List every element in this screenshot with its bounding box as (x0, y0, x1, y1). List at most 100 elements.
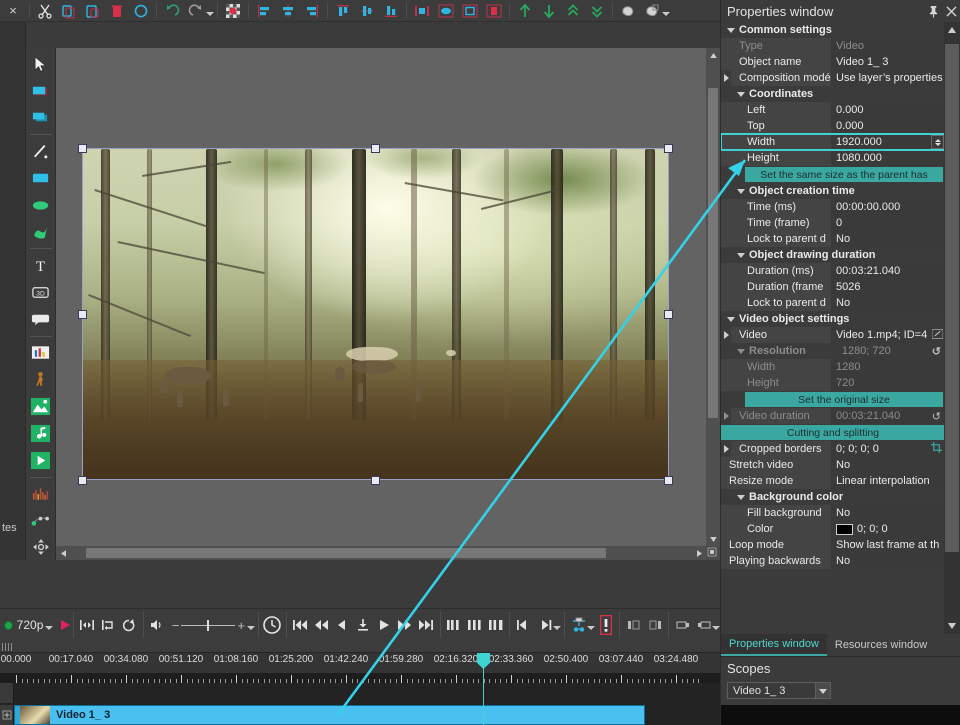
figure-tool[interactable] (28, 367, 54, 392)
3d-text-tool[interactable]: 3D (28, 280, 54, 305)
properties-scrollbar[interactable] (944, 22, 960, 634)
layers-tool[interactable] (28, 106, 54, 131)
resize-handle-bl[interactable] (78, 476, 87, 485)
set-same-size-as-parent-button[interactable]: Set the same size as the parent has (745, 167, 943, 182)
keyframe-icon[interactable] (568, 613, 589, 637)
track-header[interactable] (0, 683, 14, 703)
delete-icon[interactable] (105, 0, 129, 21)
crop-icon[interactable] (931, 442, 942, 456)
property-row-height[interactable]: Height 1080.000 (721, 150, 945, 166)
distribute-h-icon[interactable] (410, 0, 434, 21)
move-up-icon[interactable] (513, 0, 537, 21)
set-original-size-button[interactable]: Set the original size (745, 392, 943, 407)
group-dropdown-icon[interactable] (662, 12, 670, 16)
shift-right-icon[interactable] (693, 613, 714, 637)
expand-triangle-icon[interactable] (721, 408, 731, 424)
property-row-left[interactable]: Left 0.000 (721, 102, 945, 118)
fit-width-icon[interactable] (434, 0, 458, 21)
undo-icon[interactable] (160, 0, 184, 21)
ungroup-icon[interactable] (640, 0, 664, 21)
collapse-triangle-icon[interactable] (727, 317, 735, 322)
volume-slider[interactable]: − + (168, 618, 249, 633)
color-value-wrapper[interactable]: 0; 0; 0 (831, 521, 945, 537)
align-top-icon[interactable] (331, 0, 355, 21)
volume-plus-icon[interactable]: + (237, 618, 245, 633)
volume-icon[interactable] (147, 613, 168, 637)
range-dropdown-icon[interactable] (553, 626, 561, 630)
resize-handle-tr[interactable] (664, 144, 673, 153)
select-arrow-tool[interactable] (28, 52, 54, 77)
audio-tool[interactable] (28, 421, 54, 446)
shift-left-icon[interactable] (672, 613, 693, 637)
loop-region-icon[interactable] (98, 613, 119, 637)
frame-step-icon[interactable] (486, 613, 507, 637)
property-row-fill-background[interactable]: Fill background No (721, 505, 945, 521)
callout-tool[interactable] (28, 307, 54, 332)
expand-triangle-icon[interactable] (721, 327, 731, 343)
canvas-scroll-down-arrow[interactable] (706, 532, 720, 546)
redo-dropdown-icon[interactable] (206, 12, 214, 16)
video-tool[interactable] (28, 448, 54, 473)
property-row-top[interactable]: Top 0.000 (721, 118, 945, 134)
redo-icon[interactable] (184, 0, 208, 21)
volume-minus-icon[interactable]: − (172, 618, 180, 633)
collapse-triangle-icon[interactable] (737, 349, 745, 354)
property-row-video-duration[interactable]: Video duration 00:03:21.040 ↺ (721, 408, 945, 424)
copy-icon[interactable] (57, 0, 81, 21)
collapse-triangle-icon[interactable] (737, 92, 745, 97)
property-row-time-frame[interactable]: Time (frame) 0 (721, 215, 945, 231)
canvas-hscroll-thumb[interactable] (86, 548, 606, 558)
volume-knob[interactable] (207, 620, 209, 631)
video-object-on-canvas[interactable] (83, 149, 668, 479)
move-down-icon[interactable] (537, 0, 561, 21)
group-resolution[interactable]: Resolution 1280; 720 ↺ (721, 343, 945, 359)
align-center-h-icon[interactable] (276, 0, 300, 21)
canvas-resize-corner[interactable] (706, 546, 720, 560)
tab-properties-window[interactable]: Properties window (721, 634, 827, 656)
properties-scroll-down-arrow[interactable] (944, 618, 960, 634)
link-icon[interactable] (932, 329, 943, 342)
image-tool[interactable] (28, 394, 54, 419)
track-row[interactable]: Video 1_ 3 (0, 705, 720, 725)
revert-icon[interactable]: ↺ (932, 410, 941, 423)
property-row-type[interactable]: Type Video (721, 38, 945, 54)
trim-start-icon[interactable] (623, 613, 644, 637)
resize-handle-tc[interactable] (371, 144, 380, 153)
property-row-playing-backwards[interactable]: Playing backwards No (721, 553, 945, 569)
track-header[interactable] (0, 705, 14, 725)
marker-icon[interactable] (353, 613, 374, 637)
canvas-scroll-left-arrow[interactable] (56, 546, 70, 560)
split-marker-icon[interactable] (595, 613, 616, 637)
clock-icon[interactable] (262, 613, 283, 637)
align-bottom-icon[interactable] (379, 0, 403, 21)
align-left-icon[interactable] (252, 0, 276, 21)
canvas-vertical-scrollbar[interactable] (706, 48, 720, 546)
trim-end-icon[interactable] (644, 613, 665, 637)
property-row-composition-mode[interactable]: Composition modé Use layer’s properties (721, 70, 945, 86)
align-right-icon[interactable] (300, 0, 324, 21)
select-all-icon[interactable] (129, 0, 153, 21)
timeline-drag-grip[interactable] (2, 643, 12, 651)
move-to-bottom-icon[interactable] (585, 0, 609, 21)
fit-frame-icon[interactable] (458, 0, 482, 21)
group-object-creation-time[interactable]: Object creation time (721, 183, 945, 199)
fit-range-icon[interactable] (77, 613, 98, 637)
color-swatch[interactable] (836, 524, 853, 535)
properties-scroll-thumb[interactable] (945, 44, 959, 552)
property-row-lock-to-parent-creation[interactable]: Lock to parent d No (721, 231, 945, 247)
scopes-object-select[interactable]: Video 1_ 3 (727, 682, 831, 699)
equalizer-tool[interactable] (28, 482, 54, 507)
canvas-vscroll-thumb[interactable] (708, 88, 718, 418)
property-row-duration-frame[interactable]: Duration (frame 5026 (721, 279, 945, 295)
line-tool[interactable] (28, 139, 54, 164)
resize-handle-br[interactable] (664, 476, 673, 485)
canvas-scroll-right-arrow[interactable] (692, 546, 706, 560)
close-icon[interactable] (942, 2, 960, 20)
close-icon[interactable]: × (0, 0, 26, 21)
skip-to-start-icon[interactable] (290, 613, 311, 637)
skip-to-end-icon[interactable] (416, 613, 437, 637)
resize-handle-ml[interactable] (78, 310, 87, 319)
timeline-ruler[interactable]: 00.000 00:17.040 00:34.080 00:51.120 01:… (0, 653, 720, 683)
collapse-triangle-icon[interactable] (737, 189, 745, 194)
paste-icon[interactable] (81, 0, 105, 21)
